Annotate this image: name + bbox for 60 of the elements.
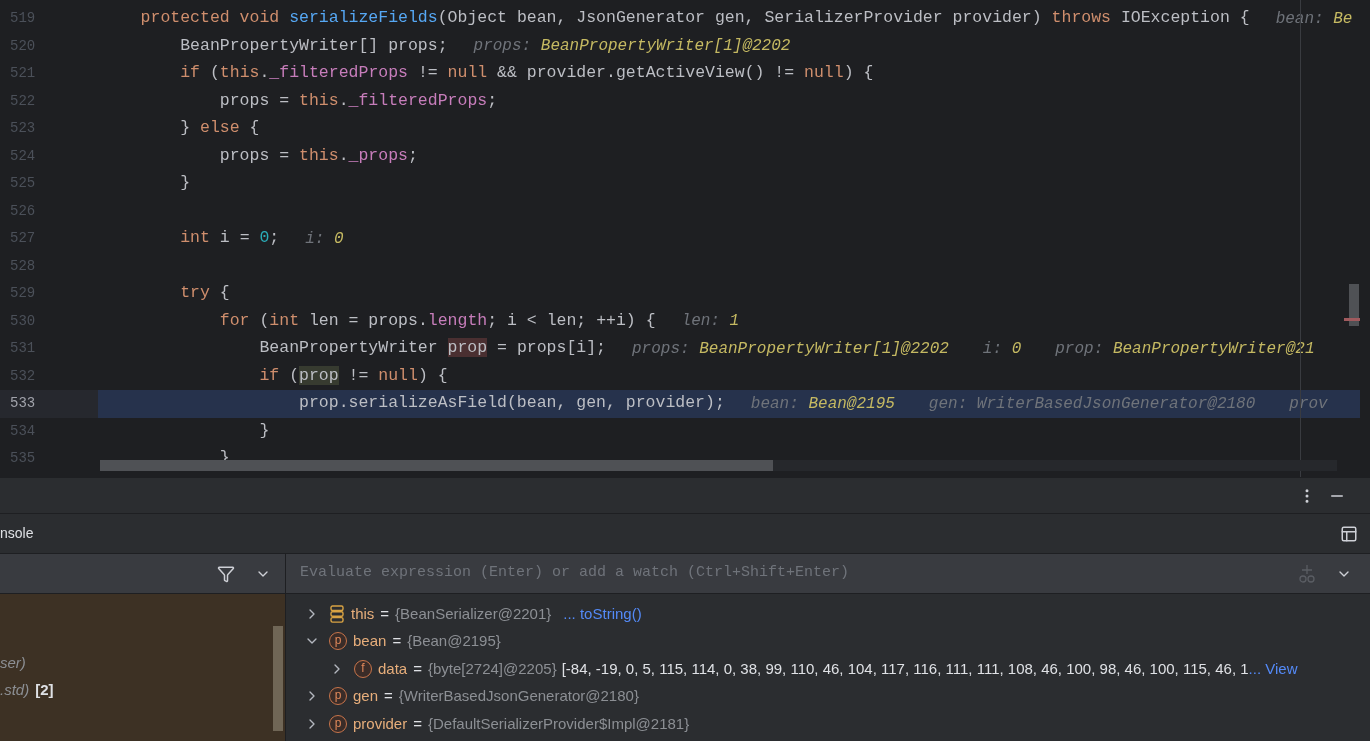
code-line: for (int len = props.length; i < len; ++i) {	[218, 309, 656, 332]
evaluate-input[interactable]: Evaluate expression (Enter) or add a watch (Ctrl+Shift+Enter)	[300, 562, 1298, 585]
equals-sign: =	[413, 658, 422, 679]
variable-value: {Bean@2195}	[407, 631, 501, 651]
code-line: prop.serializeAsField(bean, gen, provider);	[298, 392, 725, 415]
code-line: if (prop != null) {	[258, 364, 448, 387]
inline-value-hint: bean: Be	[1275, 8, 1353, 30]
frame-count: [2]	[35, 680, 54, 701]
variable-name: this	[351, 603, 375, 624]
frames-scrollbar-thumb[interactable]	[273, 626, 283, 731]
vertical-scrollbar-thumb[interactable]	[1349, 284, 1359, 326]
variable-name: bean	[353, 631, 387, 651]
variable-badge-icon: p	[329, 632, 347, 651]
inline-value-hint: i: 0	[305, 228, 344, 250]
code-line: props = this._props;	[218, 144, 418, 167]
equals-sign: =	[413, 713, 422, 734]
variable-badge-icon: p	[329, 687, 347, 706]
evaluate-field[interactable]: Evaluate expression (Enter) or add a watch (Ctrl+Shift+Enter)	[286, 554, 1370, 594]
code-line: BeanPropertyWriter[] props;	[179, 34, 448, 57]
variable-badge-icon: p	[329, 714, 347, 733]
inline-value-hint: prov	[1289, 393, 1328, 415]
code-line: props = this._filteredProps;	[218, 89, 498, 112]
inline-value-hint: bean: Bean@2195	[750, 393, 895, 415]
code-line: }	[258, 419, 270, 442]
equals-sign: =	[384, 686, 393, 706]
variable-name: data	[378, 658, 408, 679]
array-preview: [-84, -19, 0, 5, 115, 114, 0, 38, 99, 110, 46, 104, 117, 116, 111, 111, 108, 46, 100, 98, 46, 100, 115, 46, 1	[561, 658, 1249, 679]
expand-value-link[interactable]: ... View	[1248, 657, 1298, 680]
variable-value: {WriterBasedJsonGenerator@2180}	[398, 686, 639, 706]
layout-icon[interactable]	[1340, 524, 1358, 543]
code-line: BeanPropertyWriter prop = props[i];	[258, 337, 606, 360]
code-line: if (this._filteredProps != null && provider.getActiveView() != null) {	[179, 62, 874, 85]
variable-name: gen	[353, 686, 379, 706]
equals-sign: =	[380, 603, 390, 624]
console-tab[interactable]: nsole	[0, 523, 34, 544]
inline-value-hint: len: 1	[681, 311, 740, 333]
code-line: }	[179, 172, 191, 195]
inline-value-hint: props: BeanPropertyWriter[1]@2202	[473, 36, 791, 58]
error-stripe-marker	[1344, 318, 1360, 321]
inline-value-hint: gen: WriterBasedJsonGenerator@2180	[928, 393, 1256, 415]
inline-value-hint: props: BeanPropertyWriter[1]@2202	[632, 338, 949, 360]
inline-value-hint: i: 0	[982, 338, 1022, 360]
code-line: protected void serializeFields(Object bean, JsonGenerator gen, SerializerProvider provider) throws IOException {	[139, 7, 1250, 30]
variable-badge-icon: f	[354, 659, 372, 678]
frame-item[interactable]: .std)	[0, 679, 30, 702]
horizontal-scrollbar[interactable]	[100, 460, 1337, 471]
variable-value: {BeanSerializer@2201}	[395, 603, 552, 624]
variable-value: {byte[2724]@2205}	[427, 658, 557, 679]
variable-name: provider	[353, 713, 408, 734]
stack-icon	[329, 604, 345, 623]
code-line: try {	[179, 282, 230, 305]
filter-icon[interactable]	[217, 564, 235, 583]
equals-sign: =	[392, 631, 402, 651]
inline-value-hint: prop: BeanPropertyWriter@21	[1055, 338, 1315, 360]
variable-value: {DefaultSerializerProvider$Impl@2181}	[427, 713, 690, 734]
expand-value-link[interactable]: ... toString()	[563, 602, 642, 625]
line-number: 533	[10, 394, 36, 414]
code-line: } else {	[179, 117, 260, 140]
frame-item[interactable]: ser)	[0, 652, 26, 675]
code-line: int i = 0;	[179, 227, 280, 250]
